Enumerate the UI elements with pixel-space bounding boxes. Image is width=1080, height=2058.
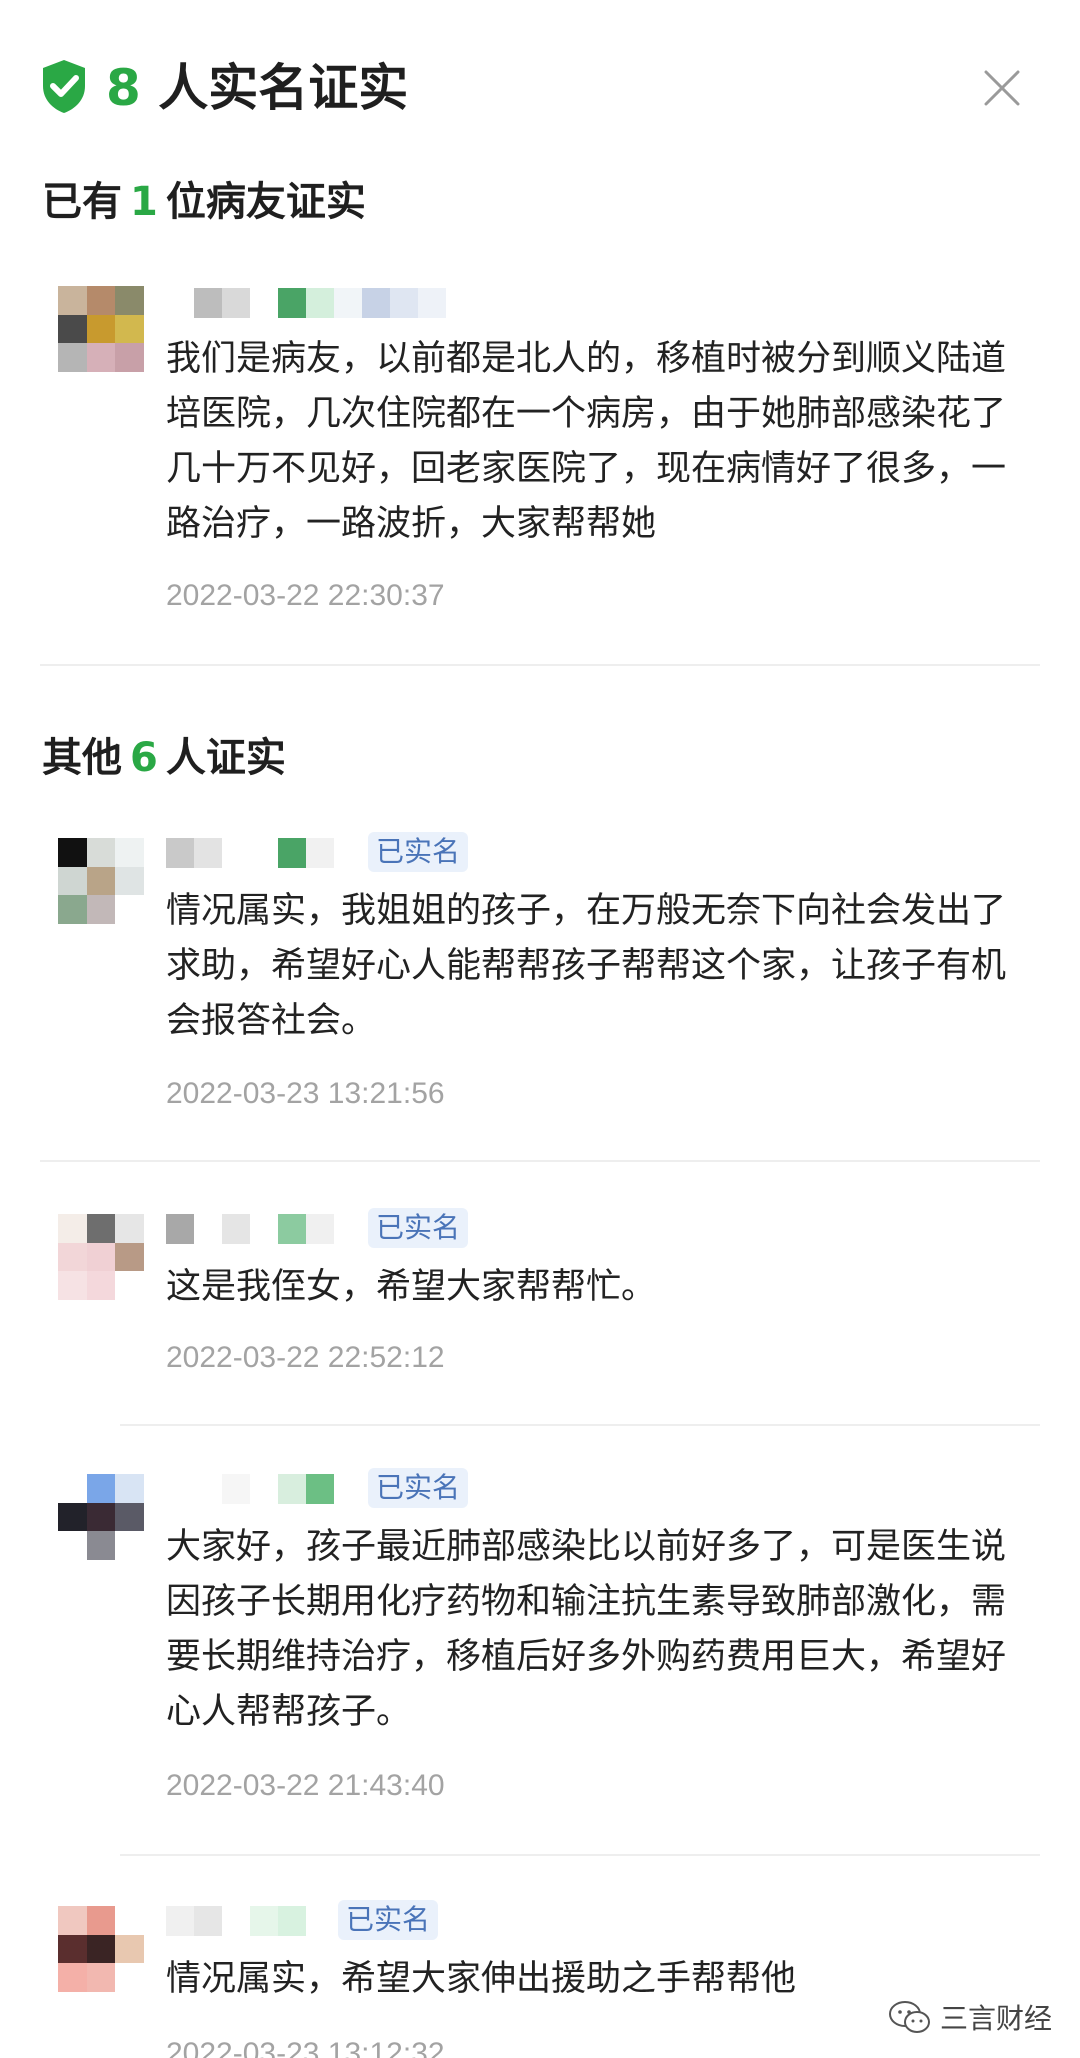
comment-time: 2022-03-22 22:52:12 <box>166 1341 445 1374</box>
others-section-title: 其他 6 人证实 <box>42 732 286 784</box>
verified-badge: 已实名 <box>368 1468 469 1508</box>
verified-badge: 已实名 <box>338 1900 439 1940</box>
section-count: 1 <box>130 179 158 225</box>
patient-section-title: 已有 1 位病友证实 <box>42 176 366 228</box>
comment-time: 2022-03-23 13:12:32 <box>166 2037 445 2058</box>
divider <box>40 664 1040 666</box>
divider <box>120 1424 1040 1426</box>
verified-badge: 已实名 <box>368 832 469 872</box>
avatar <box>58 1474 144 1560</box>
dialog-title-text: 人实名证实 <box>158 59 409 117</box>
shield-check-icon <box>43 60 85 113</box>
close-icon[interactable] <box>980 66 1024 110</box>
comment-item: 已实名 情况属实，我姐姐的孩子，在万般无奈下向社会发出了求助，希望好心人能帮帮孩… <box>0 832 1080 1128</box>
comment-text: 我们是病友，以前都是北人的，移植时被分到顺义陆道培医院，几次住院都在一个病房，由… <box>166 339 1007 544</box>
wechat-icon <box>889 2001 930 2033</box>
user-name-blurred <box>166 838 334 868</box>
dialog-title: 8 人实名证实 <box>106 56 408 120</box>
user-name-blurred <box>166 1906 306 1936</box>
divider <box>40 1160 1040 1162</box>
comment-time: 2022-03-22 21:43:40 <box>166 1769 445 1802</box>
comment-time: 2022-03-22 22:30:37 <box>166 579 445 612</box>
comment-time: 2022-03-23 13:21:56 <box>166 1077 445 1110</box>
comment-text: 这是我侄女，希望大家帮帮忙。 <box>166 1267 657 1307</box>
comment-item: 我们是病友，以前都是北人的，移植时被分到顺义陆道培医院，几次住院都在一个病房，由… <box>0 286 1080 626</box>
avatar <box>58 286 144 372</box>
source-watermark: 三言财经 <box>888 1996 1052 2038</box>
verified-badge: 已实名 <box>368 1208 469 1248</box>
comment-item: 已实名 大家好，孩子最近肺部感染比以前好多了，可是医生说因孩子长期用化疗药物和输… <box>0 1468 1080 1814</box>
verified-count: 8 <box>106 59 141 117</box>
divider <box>120 1854 1040 1856</box>
comment-item: 已实名 这是我侄女，希望大家帮帮忙。 2022-03-22 22:52:12 <box>0 1208 1080 1394</box>
section-suffix: 人证实 <box>165 735 286 781</box>
user-name-blurred <box>166 288 446 318</box>
section-prefix: 已有 <box>42 179 122 225</box>
avatar <box>58 1906 144 1992</box>
section-suffix: 位病友证实 <box>165 179 366 225</box>
avatar <box>58 1214 144 1300</box>
user-name-blurred <box>166 1474 334 1504</box>
avatar <box>58 838 144 924</box>
comment-text: 大家好，孩子最近肺部感染比以前好多了，可是医生说因孩子长期用化疗药物和输注抗生素… <box>166 1527 1007 1732</box>
section-count: 6 <box>130 735 158 781</box>
comment-text: 情况属实，我姐姐的孩子，在万般无奈下向社会发出了求助，希望好心人能帮帮孩子帮帮这… <box>166 891 1007 1041</box>
watermark-text: 三言财经 <box>940 2002 1053 2035</box>
section-prefix: 其他 <box>42 735 122 781</box>
dialog-header: 8 人实名证实 <box>40 52 1040 132</box>
user-name-blurred <box>166 1214 334 1244</box>
